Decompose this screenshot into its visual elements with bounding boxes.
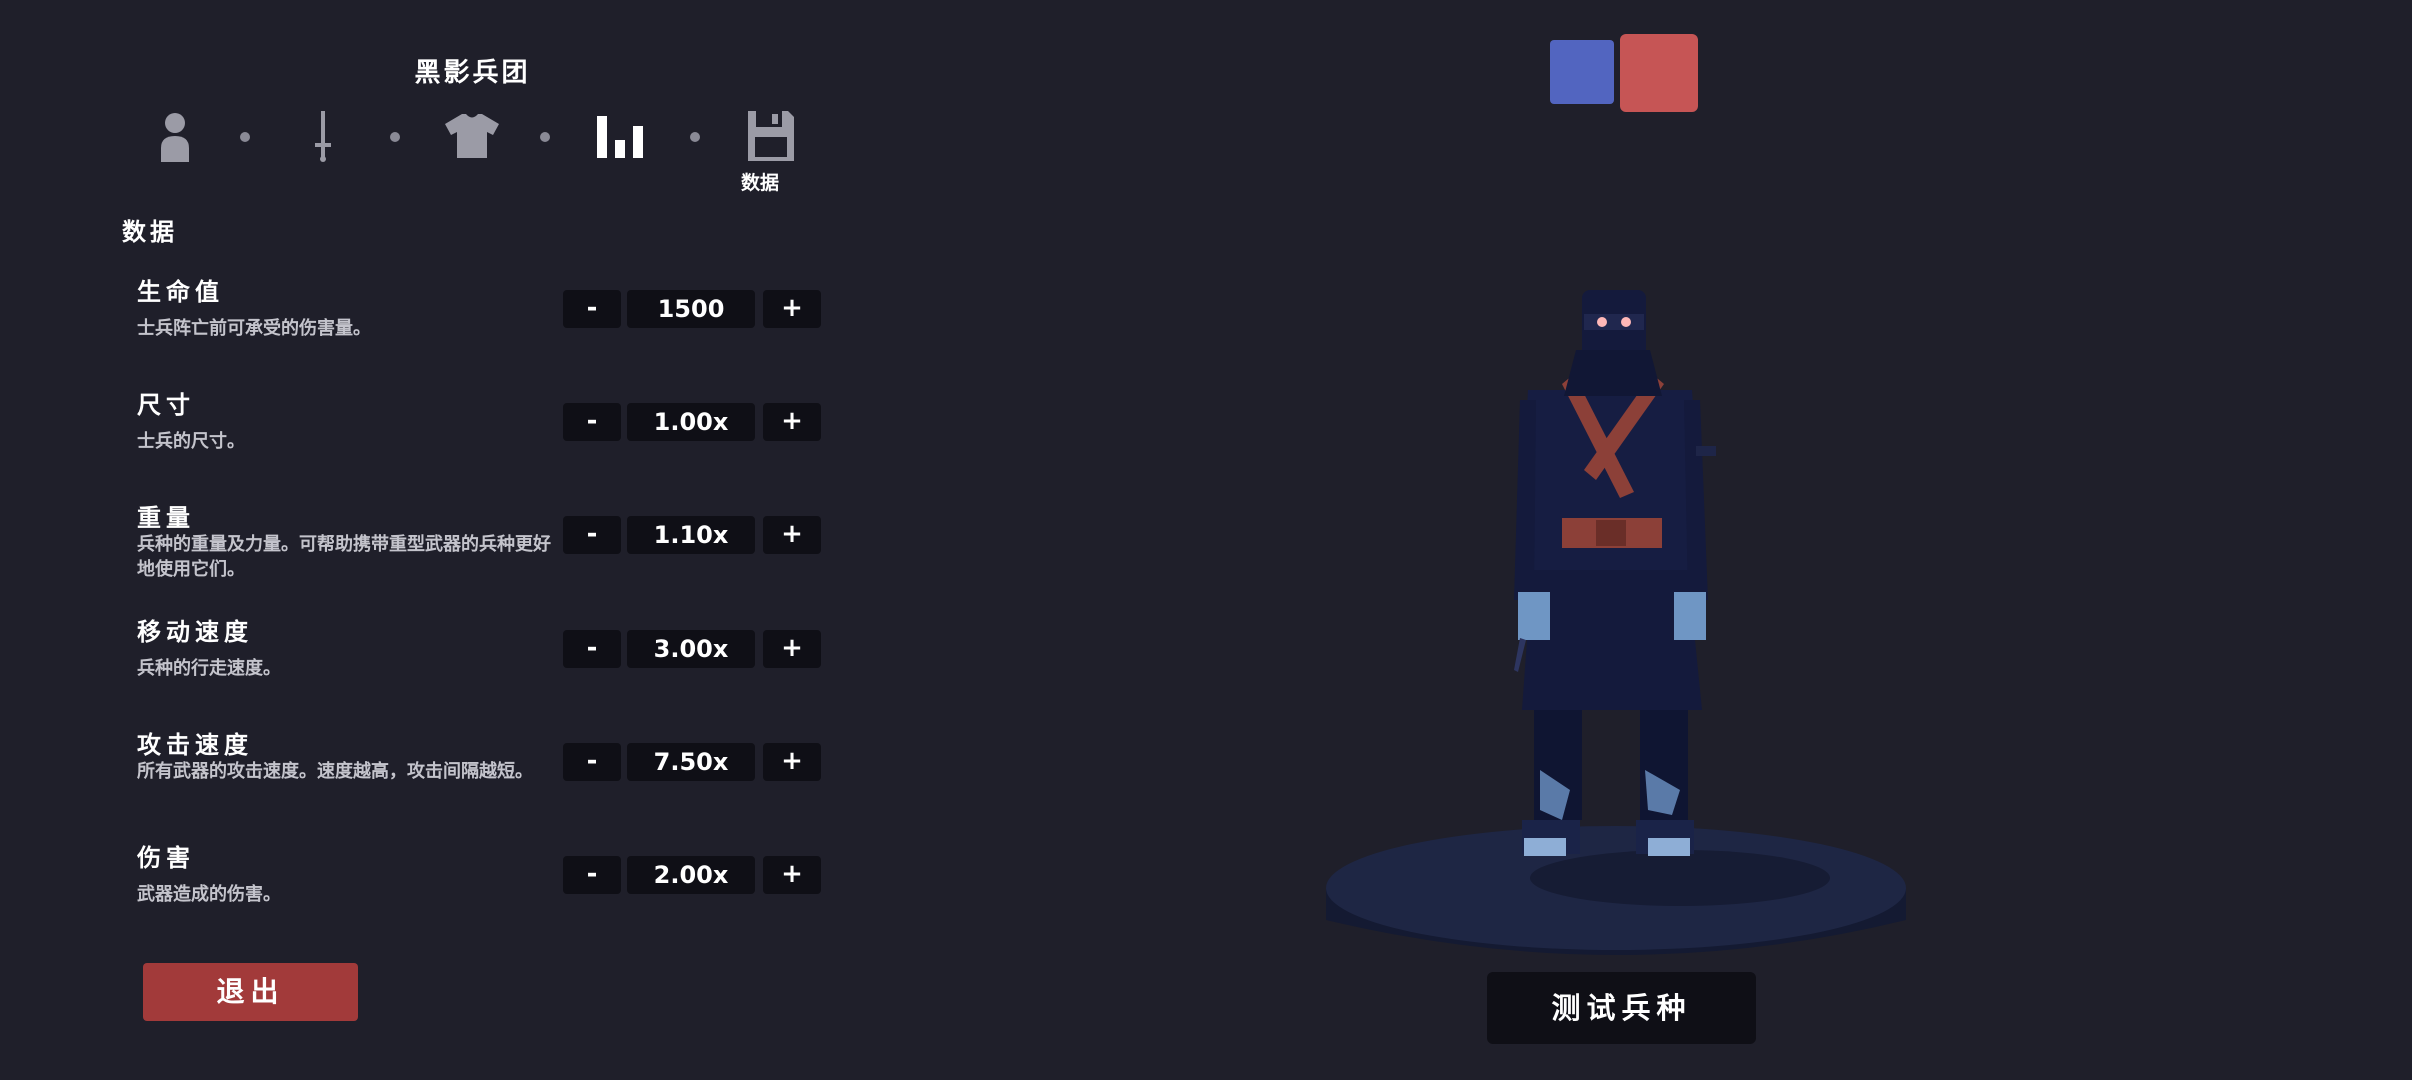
step-separator [540,132,550,142]
test-unit-button[interactable]: 测试兵种 [1487,972,1756,1044]
shirt-icon [445,114,499,158]
stat-name: 尺寸 [137,391,195,419]
stat-row-health: 生命值 士兵阵亡前可承受的伤害量。 - 1500 + [137,272,822,372]
stat-value: 7.50x [627,743,755,781]
increase-button[interactable]: + [763,290,821,328]
stat-row-damage: 伤害 武器造成的伤害。 - 2.00x + [137,838,822,938]
team-red-button[interactable] [1620,34,1698,112]
stat-name: 伤害 [137,844,195,872]
save-icon [748,111,794,161]
decrease-button[interactable]: - [563,856,621,894]
step-separator [390,132,400,142]
stat-name: 攻击速度 [137,731,253,759]
stat-description: 兵种的行走速度。 [137,658,281,679]
step-clothing[interactable] [437,108,507,164]
stat-value: 2.00x [627,856,755,894]
stat-row-weight: 重量 兵种的重量及力量。可帮助携带重型武器的兵种更好地使用它们。 - 1.10x… [137,498,822,598]
stat-description: 士兵阵亡前可承受的伤害量。 [137,318,371,339]
pedestal [1326,826,1906,955]
sword-icon [315,111,331,162]
step-separator [690,132,700,142]
increase-button[interactable]: + [763,856,821,894]
unit-name-title: 黑影兵团 [414,58,531,88]
increase-button[interactable]: + [763,403,821,441]
decrease-button[interactable]: - [563,516,621,554]
step-weapons[interactable] [288,108,358,164]
stat-value: 1500 [627,290,755,328]
stat-name: 移动速度 [137,618,253,646]
section-title: 数据 [122,218,178,246]
step-save[interactable] [736,108,806,164]
unit-preview[interactable] [1300,270,1940,980]
increase-button[interactable]: + [763,630,821,668]
stat-name: 生命值 [137,278,224,306]
stat-description: 武器造成的伤害。 [137,884,281,905]
ninja-character [1514,290,1716,856]
decrease-button[interactable]: - [563,290,621,328]
stat-value: 1.00x [627,403,755,441]
team-blue-button[interactable] [1550,40,1614,104]
stat-value: 3.00x [627,630,755,668]
step-appearance[interactable] [140,108,210,164]
step-stats[interactable] [585,108,655,164]
stats-icon [597,116,643,158]
decrease-button[interactable]: - [563,743,621,781]
stat-description: 所有武器的攻击速度。速度越高，攻击间隔越短。 [137,761,533,782]
increase-button[interactable]: + [763,743,821,781]
stat-description: 兵种的重量及力量。可帮助携带重型武器的兵种更好地使用它们。 [137,534,551,580]
stat-row-size: 尺寸 士兵的尺寸。 - 1.00x + [137,385,822,485]
exit-button[interactable]: 退出 [143,963,358,1021]
step-separator [240,132,250,142]
decrease-button[interactable]: - [563,630,621,668]
increase-button[interactable]: + [763,516,821,554]
editor-step-nav: 数据 [140,108,810,194]
stat-row-attack-speed: 攻击速度 所有武器的攻击速度。速度越高，攻击间隔越短。 - 7.50x + [137,725,822,825]
decrease-button[interactable]: - [563,403,621,441]
active-step-label: 数据 [740,172,779,194]
stat-value: 1.10x [627,516,755,554]
stat-row-move-speed: 移动速度 兵种的行走速度。 - 3.00x + [137,612,822,712]
stat-description: 士兵的尺寸。 [137,431,245,452]
stat-name: 重量 [137,504,195,532]
person-icon [161,113,189,162]
